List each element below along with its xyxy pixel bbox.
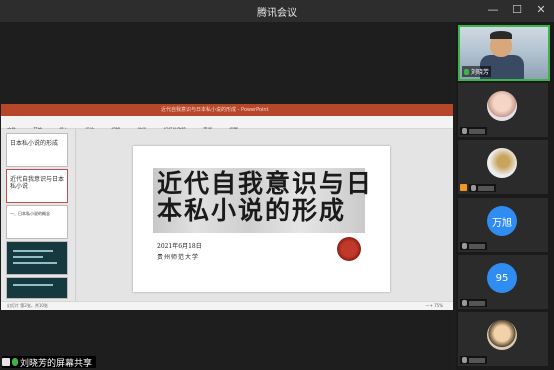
ppt-titlebar: 近代自我意识与日本私小说的形成 - PowerPoint: [1, 104, 453, 116]
participant-list: 刘晓芳 万旭 95: [456, 22, 554, 370]
mic-muted-icon: [471, 185, 476, 191]
window-controls: — ☐ ✕: [486, 3, 548, 16]
slide-thumbnail: 日本私小说的形成: [6, 133, 68, 167]
slide-title-line: 本私小说的形成: [157, 196, 347, 225]
slide-thumbnail: [6, 277, 68, 299]
mic-muted-icon: [462, 357, 467, 363]
participant-tile[interactable]: [458, 312, 548, 366]
screen-share-label: 刘晓芳的屏幕共享: [2, 356, 97, 369]
slide-thumbnail: [6, 241, 68, 275]
screen-share-owner: 刘晓芳的屏幕共享: [20, 358, 93, 369]
participant-tile[interactable]: 万旭: [458, 198, 548, 252]
participant-tile[interactable]: [458, 83, 548, 137]
participant-name-tag: 刘晓芳: [462, 66, 492, 77]
participant-name-tag: [469, 184, 496, 192]
slide-title: 近代自我意识与日 本私小说的形成: [157, 169, 374, 225]
ppt-ribbon: 文件 开始 插入 设计 切换 动画 幻灯片放映 审阅 视图: [1, 116, 453, 133]
participant-tile[interactable]: 刘晓芳: [458, 25, 550, 81]
slide-editor: 近代自我意识与日 本私小说的形成 2021年6月18日 贵州师范大学: [76, 129, 453, 301]
close-button[interactable]: ✕: [534, 3, 548, 16]
slide-thumbnails: 日本私小说的形成 近代自我意识与日本私小说 一、日本私小说的概念: [1, 129, 76, 301]
participant-name-tag: [460, 356, 487, 364]
title-bar: 腾讯会议 — ☐ ✕: [0, 0, 554, 23]
participant-tile[interactable]: [458, 140, 548, 194]
slide-thumbnail: 一、日本私小说的概念: [6, 205, 68, 239]
mic-icon: [464, 68, 469, 75]
participant-tile[interactable]: 95: [458, 255, 548, 309]
main-stage: 近代自我意识与日本私小说的形成 - PowerPoint 文件 开始 插入 设计…: [0, 22, 453, 370]
ppt-statusbar: 幻灯片 第2张，共10张 —+ 75%: [1, 301, 453, 310]
mic-muted-icon: [462, 300, 467, 306]
screen-share-icon: [2, 358, 10, 366]
current-slide: 近代自我意识与日 本私小说的形成 2021年6月18日 贵州师范大学: [133, 146, 390, 292]
participant-name-tag: [460, 299, 487, 307]
maximize-button[interactable]: ☐: [510, 3, 524, 16]
slide-counter: 幻灯片 第2张，共10张: [7, 303, 48, 308]
slide-thumbnail: 近代自我意识与日本私小说: [6, 169, 68, 203]
mic-muted-icon: [462, 243, 467, 249]
slide-date: 2021年6月18日: [157, 243, 202, 250]
zoom-level: —+ 75%: [425, 303, 443, 308]
participant-name-tag: [460, 127, 487, 135]
avatar: [487, 320, 517, 350]
user-icon: [460, 184, 467, 191]
window-title: 腾讯会议: [257, 8, 297, 19]
avatar: 万旭: [487, 206, 517, 236]
avatar: 95: [487, 263, 517, 293]
avatar: [487, 148, 517, 178]
mic-muted-icon: [462, 128, 467, 134]
ppt-title: 近代自我意识与日本私小说的形成 - PowerPoint: [161, 107, 269, 113]
slide-org: 贵州师范大学: [157, 254, 200, 261]
mic-icon: [12, 358, 18, 366]
slide-title-line: 近代自我意识与日: [157, 169, 374, 198]
minimize-button[interactable]: —: [486, 3, 500, 16]
participant-name-tag: [460, 242, 487, 250]
avatar: [487, 91, 517, 121]
shared-screen: 近代自我意识与日本私小说的形成 - PowerPoint 文件 开始 插入 设计…: [1, 104, 453, 310]
participant-name: 刘晓芳: [471, 69, 490, 76]
seal-logo: [337, 237, 361, 261]
